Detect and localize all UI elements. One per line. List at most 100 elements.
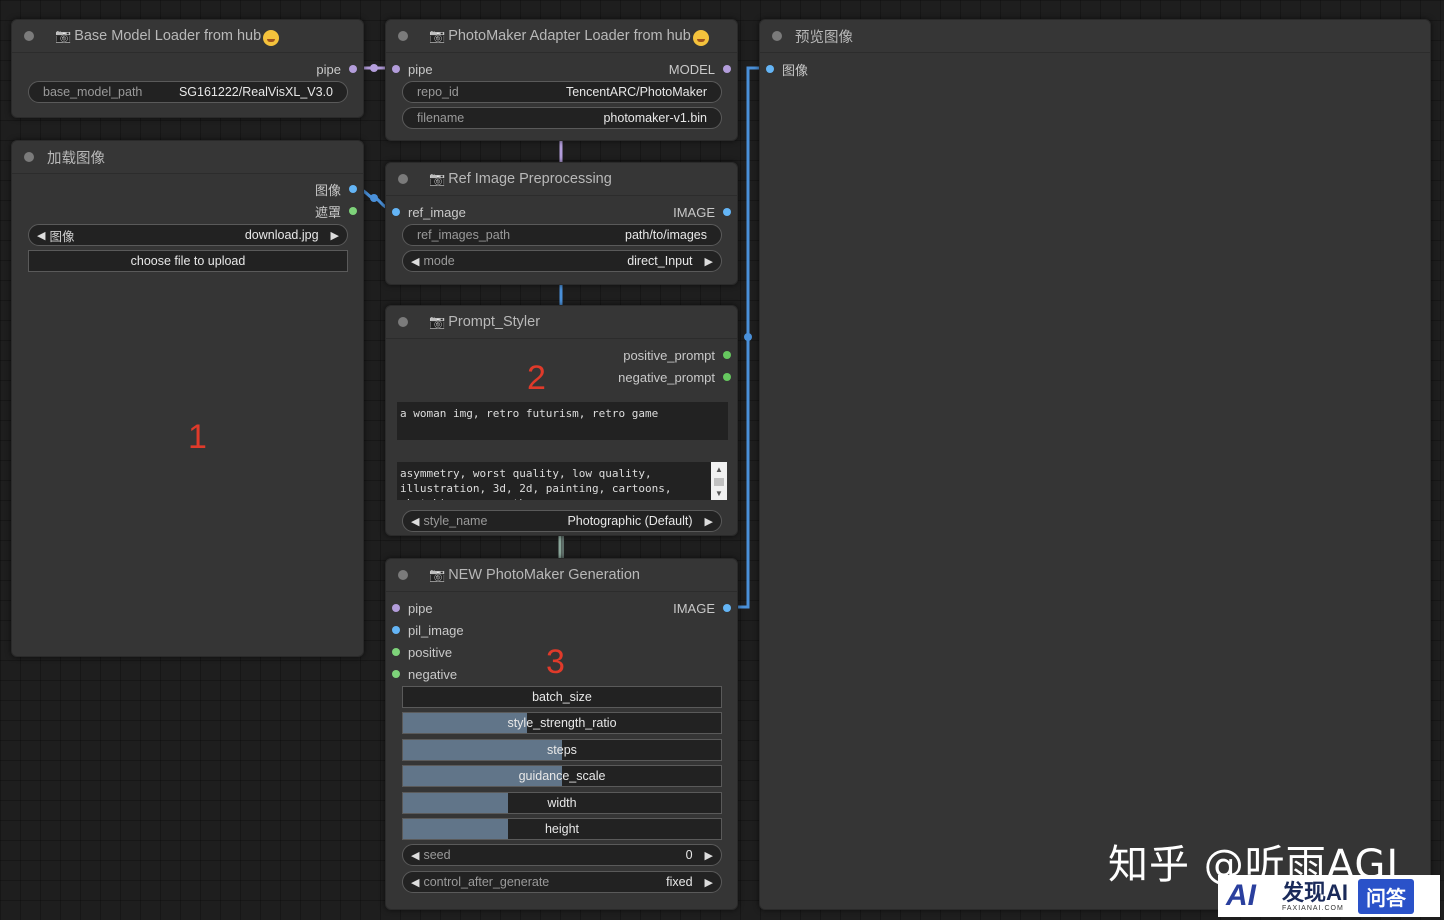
input-dot-icon[interactable]: [392, 648, 400, 656]
input-slot-image[interactable]: 图像: [766, 59, 808, 79]
input-dot-icon[interactable]: [392, 208, 400, 216]
collapse-dot-icon[interactable]: [24, 31, 34, 41]
widget-label: style_name: [423, 514, 488, 528]
input-dot-icon[interactable]: [392, 65, 400, 73]
input-slot-negative[interactable]: negative: [392, 664, 457, 684]
arrow-left-icon[interactable]: ◀: [411, 255, 419, 268]
arrow-right-icon[interactable]: ▶: [705, 515, 713, 528]
arrow-left-icon[interactable]: ◀: [411, 849, 419, 862]
arrow-right-icon[interactable]: ▶: [705, 849, 713, 862]
input-dot-icon[interactable]: [766, 65, 774, 73]
widget-label: base_model_path: [43, 85, 143, 99]
node-title: Ref Image Preprocessing: [448, 171, 612, 187]
node-load-image[interactable]: 加载图像 图像 遮罩 ◀ 图像 download.jpg ▶ choose fi…: [11, 140, 364, 657]
output-dot-icon[interactable]: [723, 604, 731, 612]
node-ref-image-preprocessing[interactable]: 📷 Ref Image Preprocessing ref_image IMAG…: [385, 162, 738, 285]
scroll-down-icon[interactable]: ▼: [711, 486, 727, 500]
seed-widget[interactable]: ◀ seed 0 ▶: [402, 844, 722, 866]
node-title: Prompt_Styler: [448, 314, 541, 330]
output-slot-image[interactable]: 图像: [315, 179, 357, 199]
arrow-right-icon[interactable]: ▶: [705, 255, 713, 268]
node-header[interactable]: 预览图像: [760, 20, 1430, 53]
guidance-scale-slider[interactable]: guidance_scale: [402, 765, 722, 787]
node-preview-image[interactable]: 预览图像 图像: [759, 19, 1431, 910]
input-slot-ref-image[interactable]: ref_image: [392, 202, 466, 222]
widget-label: repo_id: [417, 85, 459, 99]
input-slot-pipe[interactable]: pipe: [392, 598, 433, 618]
collapse-dot-icon[interactable]: [772, 31, 782, 41]
style-strength-ratio-slider[interactable]: style_strength_ratio: [402, 712, 722, 734]
input-slot-positive[interactable]: positive: [392, 642, 452, 662]
logo-badge: 问答: [1358, 878, 1415, 914]
output-dot-icon[interactable]: [723, 208, 731, 216]
collapse-dot-icon[interactable]: [398, 570, 408, 580]
collapse-dot-icon[interactable]: [398, 317, 408, 327]
logo-sub: FAXIANAI.COM: [1282, 904, 1344, 912]
node-base-model-loader[interactable]: 📷 Base Model Loader from hub pipe base_m…: [11, 19, 364, 118]
output-slot-image[interactable]: IMAGE: [673, 202, 731, 222]
input-slot-pil-image[interactable]: pil_image: [392, 620, 464, 640]
slot-label: pil_image: [408, 622, 464, 638]
input-dot-icon[interactable]: [392, 604, 400, 612]
output-slot-image[interactable]: IMAGE: [673, 598, 731, 618]
input-slot-pipe[interactable]: pipe: [392, 59, 433, 79]
output-dot-icon[interactable]: [349, 185, 357, 193]
output-slot-mask[interactable]: 遮罩: [315, 201, 357, 221]
node-photomaker-generation[interactable]: 📷 NEW PhotoMaker Generation pipe pil_ima…: [385, 558, 738, 910]
node-header[interactable]: 加载图像: [12, 141, 363, 174]
output-dot-icon[interactable]: [723, 351, 731, 359]
style-name-combo-widget[interactable]: ◀ style_name Photographic (Default) ▶: [402, 510, 722, 532]
negative-prompt-scrollbar[interactable]: ▲ ▼: [711, 462, 727, 500]
image-combo-widget[interactable]: ◀ 图像 download.jpg ▶: [28, 224, 348, 246]
output-slot-model[interactable]: MODEL: [669, 59, 731, 79]
output-slot-negative-prompt[interactable]: negative_prompt: [618, 367, 731, 387]
widget-value: path/to/images: [625, 228, 707, 242]
node-header[interactable]: 📷 Base Model Loader from hub: [12, 20, 363, 53]
ref-images-path-widget[interactable]: ref_images_path path/to/images: [402, 224, 722, 246]
node-header[interactable]: 📷 Prompt_Styler: [386, 306, 737, 339]
scroll-up-icon[interactable]: ▲: [711, 462, 727, 476]
node-photomaker-adapter-loader[interactable]: 📷 PhotoMaker Adapter Loader from hub pip…: [385, 19, 738, 141]
base-model-path-widget[interactable]: base_model_path SG161222/RealVisXL_V3.0: [28, 81, 348, 103]
control-after-generate-widget[interactable]: ◀ control_after_generate fixed ▶: [402, 871, 722, 893]
positive-prompt-textarea[interactable]: a woman img, retro futurism, retro game: [397, 402, 728, 440]
slot-label: pipe: [316, 61, 341, 77]
widget-value: Photographic (Default): [567, 514, 693, 528]
node-header[interactable]: 📷 Ref Image Preprocessing: [386, 163, 737, 196]
arrow-left-icon[interactable]: ◀: [411, 876, 419, 889]
repo-id-widget[interactable]: repo_id TencentARC/PhotoMaker: [402, 81, 722, 103]
node-header[interactable]: 📷 NEW PhotoMaker Generation: [386, 559, 737, 592]
scroll-thumb[interactable]: [714, 478, 724, 486]
height-slider[interactable]: height: [402, 818, 722, 840]
node-prompt-styler[interactable]: 📷 Prompt_Styler positive_prompt negative…: [385, 305, 738, 536]
input-dot-icon[interactable]: [392, 670, 400, 678]
choose-file-button[interactable]: choose file to upload: [28, 250, 348, 272]
slot-label: 图像: [782, 62, 809, 78]
arrow-right-icon[interactable]: ▶: [705, 876, 713, 889]
annotation-2: 2: [527, 359, 546, 397]
node-header[interactable]: 📷 PhotoMaker Adapter Loader from hub: [386, 20, 737, 53]
negative-prompt-textarea[interactable]: asymmetry, worst quality, low quality, i…: [397, 462, 712, 500]
node-title: Base Model Loader from hub: [74, 28, 262, 44]
width-slider[interactable]: width: [402, 792, 722, 814]
mode-combo-widget[interactable]: ◀ mode direct_Input ▶: [402, 250, 722, 272]
batch-size-slider[interactable]: batch_size: [402, 686, 722, 708]
camera-icon: 📷: [429, 567, 446, 582]
output-slot-positive-prompt[interactable]: positive_prompt: [623, 345, 731, 365]
steps-slider[interactable]: steps: [402, 739, 722, 761]
arrow-left-icon[interactable]: ◀: [37, 229, 45, 242]
collapse-dot-icon[interactable]: [24, 152, 34, 162]
filename-widget[interactable]: filename photomaker-v1.bin: [402, 107, 722, 129]
output-slot-pipe[interactable]: pipe: [316, 59, 357, 79]
arrow-left-icon[interactable]: ◀: [411, 515, 419, 528]
output-dot-icon[interactable]: [723, 65, 731, 73]
output-dot-icon[interactable]: [349, 65, 357, 73]
collapse-dot-icon[interactable]: [398, 174, 408, 184]
slot-label: negative_prompt: [618, 369, 715, 385]
collapse-dot-icon[interactable]: [398, 31, 408, 41]
output-dot-icon[interactable]: [723, 373, 731, 381]
output-dot-icon[interactable]: [349, 207, 357, 215]
arrow-right-icon[interactable]: ▶: [331, 229, 339, 242]
slot-label: ref_image: [408, 204, 466, 220]
input-dot-icon[interactable]: [392, 626, 400, 634]
